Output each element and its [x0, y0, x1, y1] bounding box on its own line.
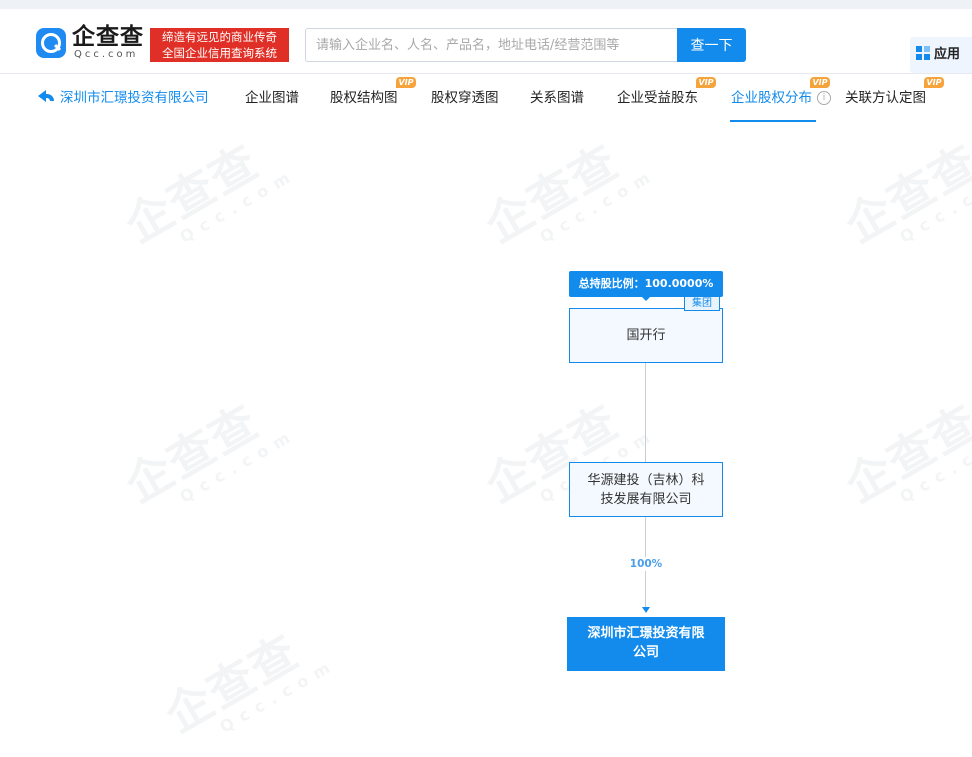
tab-relationship-graph[interactable]: 关系图谱 [530, 89, 584, 107]
watermark: 企查查Qcc.com [116, 394, 301, 513]
node-line-2: 技发展有限公司 [600, 492, 692, 507]
watermark: 企查查Qcc.com [476, 134, 661, 253]
search-button[interactable]: 查一下 [677, 28, 746, 62]
watermark: 企查查Qcc.com [116, 134, 301, 253]
watermark: 企查查Qcc.com [836, 394, 972, 513]
total-holding-ratio-label: 总持股比例：100.0000% [569, 271, 723, 297]
watermark: 企查查Qcc.com [156, 624, 341, 743]
node-line-1: 深圳市汇璟投资有限 [587, 626, 705, 641]
company-name: 深圳市汇璟投资有限公司 [60, 90, 209, 106]
watermark: 企查查Qcc.com [836, 134, 972, 253]
vip-badge: VIP [696, 77, 716, 88]
logo-subtext: Qcc.com [74, 49, 139, 60]
node-target-company[interactable]: 深圳市汇璟投资有限 公司 [567, 617, 725, 671]
graph-nav-bar: 深圳市汇璟投资有限公司 企业图谱 股权结构图 VIP 股权穿透图 关系图谱 企业… [0, 74, 972, 124]
tab-related-party[interactable]: 关联方认定图 [845, 89, 926, 107]
edge-percent-label: 100% [626, 557, 666, 571]
edge-top-to-mid [645, 363, 646, 462]
slogan-banner: 缔造有远见的商业传奇 全国企业信用查询系统 [150, 28, 289, 62]
site-header: 企查查 Qcc.com 缔造有远见的商业传奇 全国企业信用查询系统 查一下 应用 [0, 9, 972, 74]
tab-equity-penetration[interactable]: 股权穿透图 [431, 89, 499, 107]
vip-badge: VIP [396, 77, 416, 88]
qcc-logo-icon[interactable] [36, 28, 66, 58]
apps-label: 应用 [934, 47, 961, 62]
grid-icon [916, 46, 930, 60]
search-input[interactable] [305, 28, 677, 62]
tab-enterprise-graph[interactable]: 企业图谱 [245, 89, 299, 107]
vip-badge: VIP [924, 77, 944, 88]
tab-equity-structure[interactable]: 股权结构图 [330, 89, 398, 107]
node-top-shareholder[interactable]: 国开行 [569, 308, 723, 363]
back-to-company-link[interactable]: 深圳市汇璟投资有限公司 [38, 89, 209, 107]
node-line-2: 公司 [632, 645, 659, 660]
logo-text[interactable]: 企查查 [72, 25, 144, 49]
slogan-line-1: 缔造有远见的商业传奇 [162, 30, 277, 44]
node-intermediate-company[interactable]: 华源建投（吉林）科 技发展有限公司 [569, 462, 723, 517]
tab-beneficial-shareholders[interactable]: 企业受益股东 [617, 89, 698, 107]
info-icon[interactable]: i [817, 91, 831, 105]
node-line-1: 华源建投（吉林）科 [587, 473, 705, 488]
browser-top-strip [0, 0, 972, 9]
apps-button[interactable]: 应用 [910, 37, 972, 73]
tab-equity-distribution[interactable]: 企业股权分布 [731, 89, 812, 107]
active-tab-underline [730, 120, 816, 122]
vip-badge: VIP [810, 77, 830, 88]
ratio-label-pointer [641, 296, 651, 301]
slogan-line-2: 全国企业信用查询系统 [162, 46, 277, 60]
group-tag: 集团 [684, 296, 720, 311]
back-arrow-icon [38, 89, 56, 103]
edge-arrow-icon [642, 607, 650, 613]
